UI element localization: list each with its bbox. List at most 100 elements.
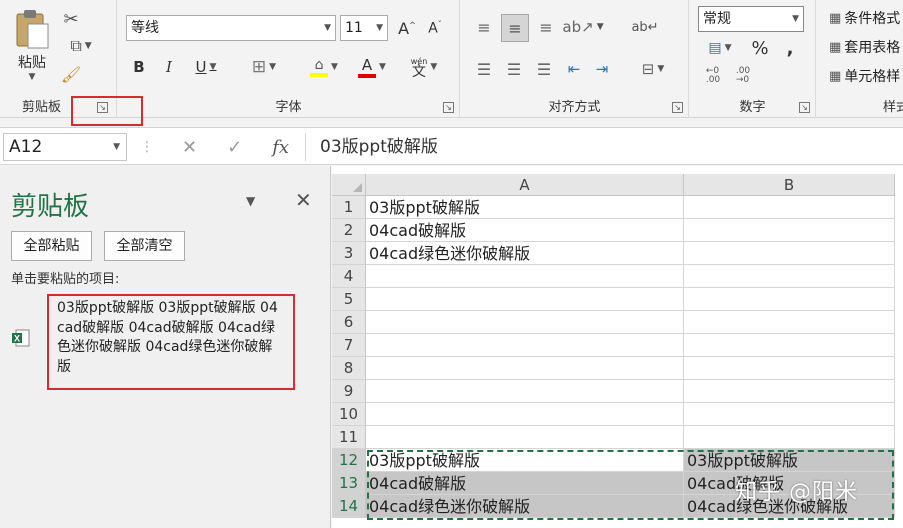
styles-group-label: 样式 [882,100,903,115]
cancel-icon[interactable]: ✕ [182,137,197,158]
decrease-decimal-button[interactable]: .00 →0 [730,64,756,88]
cell-b[interactable] [684,426,895,449]
row-header[interactable]: 12 [332,449,366,472]
wrap-text-icon: ab↵ [631,19,659,35]
merge-center-button[interactable]: ⊟ ▼ [631,56,675,82]
table-row: 6 [332,311,903,334]
insert-function-button[interactable]: fx [272,137,289,158]
paste-button[interactable]: 粘贴 ▼ [8,6,56,84]
italic-label: I [166,58,172,76]
cell-b[interactable] [684,196,895,219]
number-launcher-icon[interactable]: ↘ [799,102,810,113]
decrease-indent-button[interactable]: ⇤ [561,56,587,82]
align-middle-button[interactable]: ≡ [501,14,529,42]
font-color-button[interactable]: A ▼ [350,54,394,80]
row-header[interactable]: 14 [332,495,366,518]
wrap-text-button[interactable]: ab↵ [631,14,659,40]
format-as-table-button[interactable]: ▦ 套用表格 [829,37,900,57]
comma-style-button[interactable]: , [780,36,800,60]
paste-all-button[interactable]: 全部粘贴 [11,231,92,261]
number-format-combo[interactable]: 常规 ▼ [698,6,804,32]
cell-a[interactable]: 04cad破解版 [366,219,684,242]
font-launcher-icon[interactable]: ↘ [443,102,454,113]
column-header-a[interactable]: A [366,174,684,196]
conditional-formatting-button[interactable]: ▦ 条件格式 [829,8,900,28]
row-header[interactable]: 2 [332,219,366,242]
row-header[interactable]: 10 [332,403,366,426]
align-left-button[interactable]: ☰ [471,56,497,82]
enter-icon[interactable]: ✓ [227,137,242,158]
row-header[interactable]: 13 [332,472,366,495]
copy-button[interactable]: ⧉ ▼ [60,35,102,57]
cell-b[interactable] [684,380,895,403]
cell-a[interactable]: 03版ppt破解版 [366,196,684,219]
bold-label: B [133,58,145,76]
cell-b[interactable] [684,242,895,265]
cell-b[interactable] [684,288,895,311]
cell-a[interactable] [366,403,684,426]
row-header[interactable]: 7 [332,334,366,357]
cell-a[interactable]: 04cad绿色迷你破解版 [366,495,684,518]
row-header[interactable]: 5 [332,288,366,311]
cell-a[interactable] [366,311,684,334]
cell-b[interactable] [684,334,895,357]
accounting-format-button[interactable]: ▤ ▼ [698,36,742,60]
cell-a[interactable]: 03版ppt破解版 [366,449,684,472]
alignment-launcher-icon[interactable]: ↘ [672,102,683,113]
percent-style-button[interactable]: % [748,36,772,60]
cell-a[interactable] [366,334,684,357]
select-all-button[interactable] [332,174,366,196]
cell-b[interactable] [684,219,895,242]
increase-decimal-button[interactable]: ←0.00 [700,64,726,88]
clear-all-button[interactable]: 全部清空 [104,231,185,261]
cell-styles-icon: ▦ [829,68,842,84]
cell-a[interactable] [366,357,684,380]
row-header[interactable]: 8 [332,357,366,380]
font-group: 等线 ▼ 11 ▼ A^ Aˇ B I U ▼ ⊞ ▼ ⌂ ▼ A ▼ wén … [118,0,460,118]
cut-button[interactable]: ✂ [60,8,82,30]
formula-input[interactable]: 03版ppt破解版 [305,133,903,161]
row-header[interactable]: 11 [332,426,366,449]
align-center-button[interactable]: ☰ [501,56,527,82]
cell-styles-button[interactable]: ▦ 单元格样 [829,66,900,86]
close-icon[interactable]: ✕ [295,188,312,212]
format-painter-button[interactable]: 🖌 [60,63,82,85]
name-box[interactable]: A12 ▼ [3,133,127,161]
phonetic-button[interactable]: wén 文 ▼ [404,54,444,80]
pane-options-icon[interactable]: ▼ [246,194,255,208]
orientation-button[interactable]: ab↗ ▼ [562,14,603,40]
cell-a[interactable] [366,380,684,403]
cell-b[interactable] [684,311,895,334]
align-bottom-button[interactable]: ≡ [533,14,559,40]
underline-button[interactable]: U ▼ [188,56,224,78]
cell-b[interactable] [684,403,895,426]
cell-a[interactable] [366,265,684,288]
shrink-font-button[interactable]: Aˇ [424,17,446,39]
row-header[interactable]: 9 [332,380,366,403]
table-row: 11 [332,426,903,449]
fill-color-button[interactable]: ⌂ ▼ [302,54,346,80]
cell-b[interactable]: 03版ppt破解版 [684,449,895,472]
row-header[interactable]: 1 [332,196,366,219]
cell-a[interactable] [366,288,684,311]
column-header-b[interactable]: B [684,174,895,196]
bold-button[interactable]: B [128,56,150,78]
grow-font-button[interactable]: A^ [396,17,418,39]
cell-a[interactable]: 04cad破解版 [366,472,684,495]
cell-a[interactable]: 04cad绿色迷你破解版 [366,242,684,265]
italic-button[interactable]: I [158,56,180,78]
increase-indent-button[interactable]: ⇥ [589,56,615,82]
cell-a[interactable] [366,426,684,449]
font-size-combo[interactable]: 11 ▼ [340,15,388,41]
row-header[interactable]: 6 [332,311,366,334]
font-name-combo[interactable]: 等线 ▼ [126,15,336,41]
align-right-button[interactable]: ☰ [531,56,557,82]
align-top-button[interactable]: ≡ [471,14,497,40]
cell-b[interactable] [684,265,895,288]
row-header[interactable]: 4 [332,265,366,288]
clipboard-item[interactable]: 03版ppt破解版 03版ppt破解版 04cad破解版 04cad破解版 04… [47,294,295,390]
row-header[interactable]: 3 [332,242,366,265]
table-row: 8 [332,357,903,380]
cell-b[interactable] [684,357,895,380]
borders-button[interactable]: ⊞ ▼ [244,56,284,78]
